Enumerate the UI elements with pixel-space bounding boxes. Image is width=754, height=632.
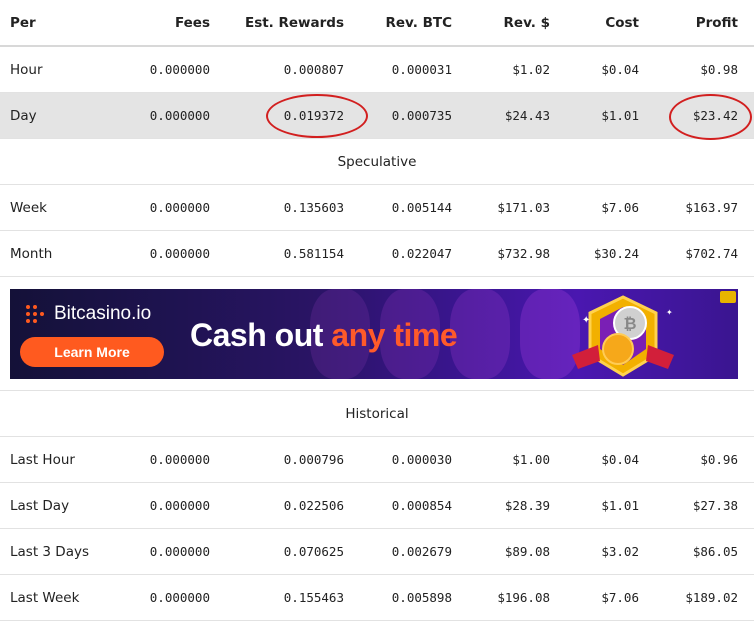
row-fees: 0.000000: [149, 200, 210, 215]
row-est-rewards: 0.022506: [283, 498, 344, 513]
row-per: Month: [10, 245, 53, 262]
table-row: Hour 0.000000 0.000807 0.000031 $1.02 $0…: [0, 47, 754, 93]
row-rev-btc: 0.000031: [391, 62, 452, 77]
row-cost: $7.06: [601, 200, 639, 215]
row-profit: $86.05: [692, 544, 738, 559]
coin-trophy-icon: ₿ ✦ ✦: [572, 295, 674, 377]
row-cost: $1.01: [601, 498, 639, 513]
row-rev-usd: $1.02: [512, 62, 550, 77]
ad-brand: Bitcasino.io: [54, 303, 152, 324]
row-est-rewards: 0.070625: [283, 544, 344, 559]
table-row: Last 3 Days 0.000000 0.070625 0.002679 $…: [0, 529, 754, 575]
row-rev-btc: 0.002679: [391, 544, 452, 559]
header-fees: Fees: [174, 14, 210, 31]
row-fees: 0.000000: [149, 590, 210, 605]
row-profit: $27.38: [692, 498, 738, 513]
row-per: Last 3 Days: [10, 543, 89, 560]
row-rev-usd: $171.03: [497, 200, 550, 215]
row-rev-usd: $89.08: [504, 544, 550, 559]
svg-text:₿: ₿: [623, 314, 636, 333]
row-est-rewards: 0.581154: [283, 246, 344, 261]
ad-headline: Cash out any time: [190, 317, 458, 354]
ad-banner[interactable]: Bitcasino.io Learn More Cash out any tim…: [10, 289, 738, 379]
row-profit: $0.96: [700, 452, 738, 467]
row-rev-usd: $28.39: [504, 498, 550, 513]
row-rev-btc: 0.005144: [391, 200, 452, 215]
row-fees: 0.000000: [149, 498, 210, 513]
learn-more-button[interactable]: Learn More: [20, 337, 164, 367]
annotation-circle-est-rewards: [266, 94, 368, 138]
table-header: Per Fees Est. Rewards Rev. BTC Rev. $ Co…: [0, 0, 754, 47]
row-rev-btc: 0.022047: [391, 246, 452, 261]
table-row-highlighted: Day 0.000000 0.019372 0.000735 $24.43 $1…: [0, 93, 754, 140]
section-speculative: Speculative: [0, 139, 754, 185]
row-cost: $3.02: [601, 544, 639, 559]
table-row: Last Hour 0.000000 0.000796 0.000030 $1.…: [0, 437, 754, 483]
row-profit: $163.97: [685, 200, 738, 215]
ad-headline-main: Cash out: [190, 317, 332, 353]
row-fees: 0.000000: [149, 452, 210, 467]
table-row: Week 0.000000 0.135603 0.005144 $171.03 …: [0, 185, 754, 231]
row-cost: $0.04: [601, 62, 639, 77]
row-est-rewards: 0.000807: [283, 62, 344, 77]
row-cost: $7.06: [601, 590, 639, 605]
row-rev-usd: $24.43: [504, 108, 550, 123]
header-rev-usd: Rev. $: [503, 14, 550, 31]
annotation-circle-profit: [669, 94, 752, 140]
row-fees: 0.000000: [149, 62, 210, 77]
row-rev-usd: $732.98: [497, 246, 550, 261]
header-rev-btc: Rev. BTC: [385, 14, 453, 31]
table-row: Last Week 0.000000 0.155463 0.005898 $19…: [0, 575, 754, 621]
header-cost: Cost: [605, 14, 639, 31]
header-profit: Profit: [695, 14, 738, 31]
row-rev-btc: 0.000854: [391, 498, 452, 513]
header-est-rewards: Est. Rewards: [244, 14, 344, 31]
row-per: Week: [10, 199, 47, 216]
row-per: Last Hour: [10, 451, 75, 468]
row-est-rewards: 0.135603: [283, 200, 344, 215]
row-rev-usd: $196.08: [497, 590, 550, 605]
table-row: Month 0.000000 0.581154 0.022047 $732.98…: [0, 231, 754, 277]
row-rev-btc: 0.005898: [391, 590, 452, 605]
row-per: Last Week: [10, 589, 80, 606]
ad-choices-icon[interactable]: [720, 291, 736, 303]
table-row: Last Day 0.000000 0.022506 0.000854 $28.…: [0, 483, 754, 529]
ad-row: Bitcasino.io Learn More Cash out any tim…: [0, 277, 754, 391]
row-cost: $0.04: [601, 452, 639, 467]
row-rev-btc: 0.000030: [391, 452, 452, 467]
row-fees: 0.000000: [149, 544, 210, 559]
row-fees: 0.000000: [149, 108, 210, 123]
profit-table: Per Fees Est. Rewards Rev. BTC Rev. $ Co…: [0, 0, 754, 621]
row-profit: $0.98: [700, 62, 738, 77]
row-profit: $189.02: [685, 590, 738, 605]
row-est-rewards: 0.155463: [283, 590, 344, 605]
header-per: Per: [10, 14, 36, 31]
row-per: Hour: [10, 61, 43, 78]
row-fees: 0.000000: [149, 246, 210, 261]
section-historical: Historical: [0, 391, 754, 437]
row-cost: $1.01: [601, 108, 639, 123]
row-rev-usd: $1.00: [512, 452, 550, 467]
row-est-rewards: 0.000796: [283, 452, 344, 467]
row-profit: $702.74: [685, 246, 738, 261]
row-cost: $30.24: [593, 246, 639, 261]
svg-text:✦: ✦: [582, 315, 590, 326]
row-per: Day: [10, 107, 37, 124]
ad-headline-accent: any time: [331, 317, 458, 353]
row-per: Last Day: [10, 497, 70, 514]
bitcasino-logo-icon: [26, 305, 44, 323]
svg-text:✦: ✦: [666, 308, 673, 317]
